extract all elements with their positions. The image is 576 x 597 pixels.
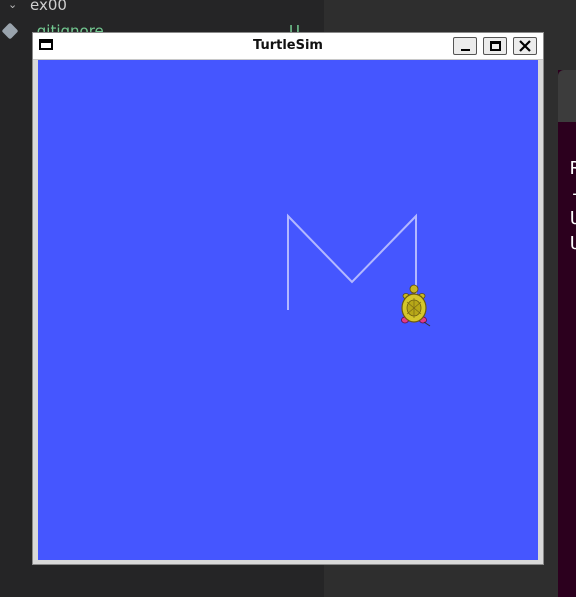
minimize-button[interactable] bbox=[453, 37, 477, 55]
background-terminal[interactable] bbox=[558, 70, 576, 597]
explorer-folder-row[interactable]: ⌄ ex00 bbox=[0, 0, 324, 16]
terminal-line: U bbox=[570, 208, 576, 229]
terminal-line: R bbox=[570, 158, 576, 179]
window-titlebar[interactable]: TurtleSim bbox=[33, 33, 543, 60]
folder-name: ex00 bbox=[30, 0, 67, 14]
close-icon bbox=[519, 40, 531, 52]
turtlesim-window: TurtleSim bbox=[32, 32, 544, 565]
terminal-line: - bbox=[570, 183, 576, 204]
close-button[interactable] bbox=[513, 37, 537, 55]
git-file-icon bbox=[1, 22, 19, 40]
turtle-canvas[interactable] bbox=[38, 60, 538, 560]
maximize-icon bbox=[490, 41, 501, 51]
chevron-down-icon: ⌄ bbox=[8, 0, 18, 11]
terminal-line: U bbox=[570, 233, 576, 254]
pen-trail bbox=[287, 213, 417, 310]
turtle-drawing bbox=[287, 213, 431, 327]
turtle-sprite[interactable] bbox=[401, 284, 431, 327]
desktop: ⌄ ex00 .gitignore U R - U U TurtleSim bbox=[0, 0, 576, 597]
maximize-button[interactable] bbox=[483, 37, 507, 55]
minimize-icon bbox=[461, 49, 470, 51]
background-terminal-header bbox=[558, 70, 576, 122]
